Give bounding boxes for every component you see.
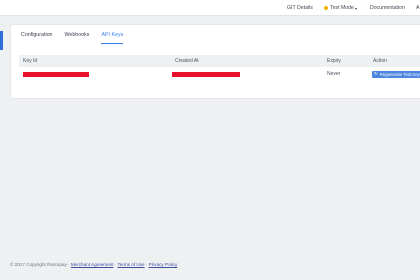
table-row: Never ↻ Regenerate Test Key — [19, 68, 420, 80]
tab-webhooks[interactable]: Webhooks — [65, 32, 90, 44]
mode-dropdown[interactable]: Test Mode ▾ — [324, 0, 357, 16]
terms-of-use-link[interactable]: Terms of Use — [118, 262, 145, 267]
git-details-link[interactable]: GIT Details — [287, 0, 313, 16]
tab-configuration[interactable]: Configuration — [21, 32, 53, 44]
redacted-key-id — [23, 71, 89, 77]
documentation-label: Documentation — [370, 5, 405, 11]
sidebar-active-indicator — [0, 31, 3, 50]
regenerate-test-key-button[interactable]: ↻ Regenerate Test Key — [372, 70, 420, 78]
footer-separator: · — [145, 262, 148, 267]
footer-separator: · — [114, 262, 117, 267]
mode-status-dot — [324, 6, 328, 10]
nav-item-cut[interactable]: A — [416, 0, 419, 16]
redacted-created-at — [172, 71, 240, 77]
table-header: Key Id Created At Expiry Action — [19, 55, 420, 67]
refresh-icon: ↻ — [374, 71, 378, 76]
settings-tabs: Configuration Webhooks API Keys — [21, 32, 135, 44]
tab-api-keys[interactable]: API Keys — [101, 32, 124, 44]
privacy-policy-link[interactable]: Privacy Policy — [149, 262, 178, 267]
nav-item-cut-label: A — [416, 5, 420, 11]
col-key-id: Key Id — [23, 58, 38, 64]
merchant-agreement-link[interactable]: Merchant Agreement — [71, 262, 114, 267]
footer: © 2017 Copyright Razorpay · Merchant Agr… — [10, 262, 177, 267]
col-expiry: Expiry — [327, 58, 341, 64]
top-bar: GIT Details Test Mode ▾ Documentation A — [0, 0, 420, 16]
settings-card: Configuration Webhooks API Keys Key Id C… — [10, 24, 420, 99]
mode-label: Test Mode — [330, 5, 354, 11]
regenerate-label: Regenerate Test Key — [379, 71, 420, 77]
chevron-down-icon: ▾ — [354, 5, 357, 11]
documentation-link[interactable]: Documentation — [370, 0, 405, 16]
git-details-label: GIT Details — [287, 5, 313, 11]
col-created-at: Created At — [175, 58, 199, 64]
expiry-value: Never — [327, 71, 341, 77]
copyright-text: © 2017 Copyright Razorpay · — [10, 262, 70, 267]
col-action: Action — [373, 58, 387, 64]
